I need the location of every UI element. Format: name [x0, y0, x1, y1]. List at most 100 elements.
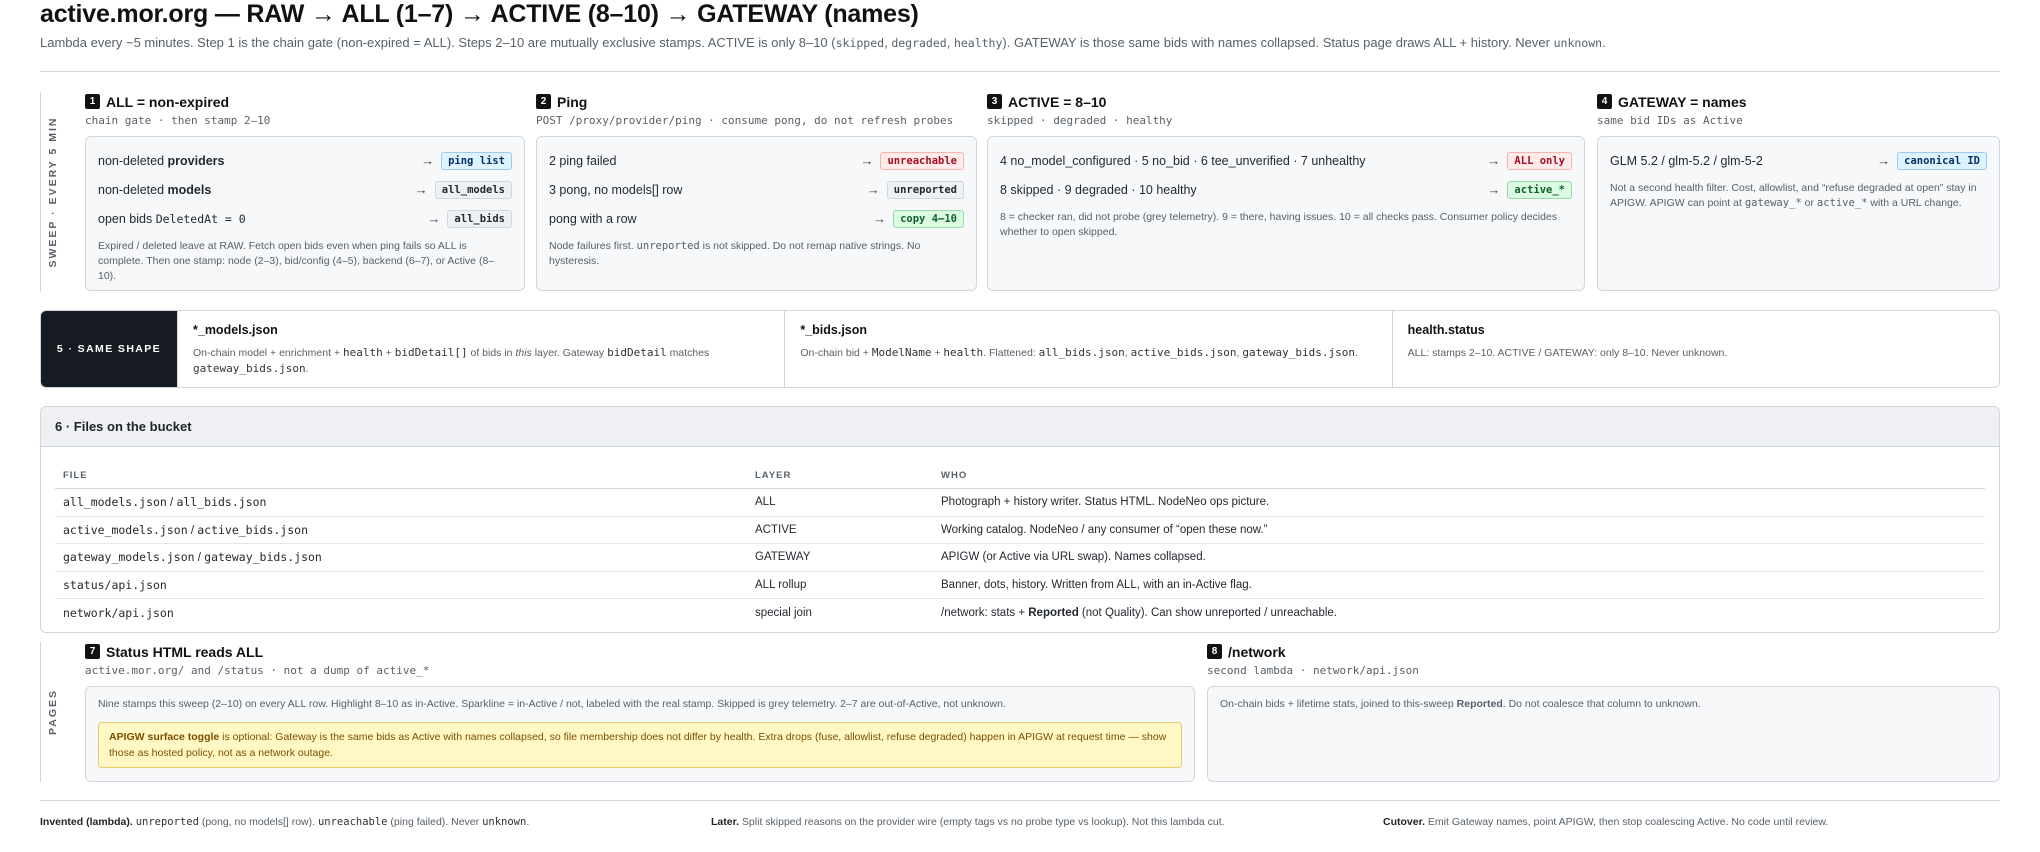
footer-note-cutover: Cutover. Emit Gateway names, point APIGW…: [1383, 816, 1829, 828]
stage-active: 3 ACTIVE = 8–10 skipped · degraded · heal…: [987, 92, 1585, 291]
stage-subtitle: skipped · degraded · healthy: [987, 114, 1173, 127]
page-section-title: Status HTML reads ALL: [106, 643, 264, 660]
shape-column-bids: *_bids.json On-chain bid + ModelName + h…: [784, 311, 1391, 387]
page-section-subtitle: second lambda · network/api.json: [1207, 664, 1419, 677]
layer-cell: ALL: [755, 496, 776, 509]
stage-title: ACTIVE = 8–10: [1008, 93, 1107, 110]
file-cell: gateway_models.json / gateway_bids.json: [63, 550, 322, 565]
stage-all: 1 ALL = non-expired chain gate · then sta…: [85, 92, 525, 291]
stage-title: GATEWAY = names: [1618, 93, 1747, 110]
column-header-file: FILE: [63, 470, 88, 481]
right-arrow-icon: →: [421, 153, 435, 168]
footer-note-later: Later. Split skipped reasons on the prov…: [711, 816, 1225, 828]
same-shape-label: 5 · SAME SHAPE: [41, 311, 177, 387]
rule-row: non-deleted models → all_models: [98, 175, 512, 204]
rule-row: open bids DeletedAt = 0 → all_bids: [98, 204, 512, 233]
page-card: Nine stamps this sweep (2–10) on every A…: [85, 686, 1195, 782]
right-arrow-icon: →: [873, 211, 887, 226]
table-row: status/api.json ALL rollup Banner, dots,…: [55, 572, 1985, 599]
output-tag: ping list: [441, 151, 512, 170]
file-cell: all_models.json / all_bids.json: [63, 495, 267, 510]
files-table: FILE LAYER WHO all_models.json / all_bid…: [55, 463, 1985, 627]
stage-subtitle: same bid IDs as Active: [1597, 114, 1743, 127]
output-tag: all_models: [434, 180, 512, 199]
shape-column-title: *_models.json: [193, 323, 278, 337]
file-cell: active_models.json / active_bids.json: [63, 522, 308, 537]
rule-row: pong with a row → copy 4–10: [549, 204, 964, 233]
right-arrow-icon: →: [860, 153, 874, 168]
column-header-who: WHO: [941, 470, 968, 481]
same-shape-band: 5 · SAME SHAPE *_models.json On-chain mo…: [40, 310, 2000, 388]
output-tag: active_*: [1507, 180, 1572, 199]
stage-subtitle: POST /proxy/provider/ping · consume pong…: [536, 114, 954, 127]
layer-cell: ACTIVE: [755, 523, 797, 536]
step-badge: 7: [85, 644, 100, 659]
page-card: On-chain bids + lifetime stats, joined t…: [1207, 686, 2000, 782]
files-panel: 6 · Files on the bucket FILE LAYER WHO a…: [40, 406, 2000, 633]
pages-side-label: PAGES: [40, 642, 59, 782]
step-badge: 8: [1207, 644, 1222, 659]
layer-cell: special join: [755, 606, 812, 619]
right-arrow-icon: →: [414, 182, 428, 197]
step-badge: 4: [1597, 94, 1612, 109]
step-badge: 3: [987, 94, 1002, 109]
step-badge: 2: [536, 94, 551, 109]
page-card-text: On-chain bids + lifetime stats, joined t…: [1220, 698, 1701, 710]
who-cell: APIGW (or Active via URL swap). Names co…: [941, 551, 1206, 564]
output-tag: unreported: [886, 180, 964, 199]
page-subtitle: Lambda every ~5 minutes. Step 1 is the c…: [40, 35, 1606, 50]
shape-column-health: health.status ALL: stamps 2–10. ACTIVE /…: [1391, 311, 1999, 387]
table-row: gateway_models.json / gateway_bids.json …: [55, 544, 1985, 572]
who-cell: /network: stats + Reported (not Quality)…: [941, 606, 1337, 619]
rule-row: 3 pong, no models[] row → unreported: [549, 175, 964, 204]
output-tag: all_bids: [447, 209, 512, 228]
rule-row: non-deleted providers → ping list: [98, 146, 512, 175]
layer-cell: GATEWAY: [755, 551, 811, 564]
shape-column-text: On-chain model + enrichment + health + b…: [193, 346, 710, 375]
page-network: 8/network second lambda · network/api.js…: [1207, 642, 2000, 782]
right-arrow-icon: →: [1877, 153, 1891, 168]
output-tag: unreachable: [880, 151, 964, 170]
file-cell: status/api.json: [63, 577, 167, 592]
stage-title: ALL = non-expired: [106, 93, 230, 110]
table-header: FILE LAYER WHO: [55, 463, 1985, 489]
rule-row: 2 ping failed → unreachable: [549, 146, 964, 175]
page-status-html: 7 Status HTML reads ALL active.mor.org/ a…: [85, 642, 1195, 782]
top-divider: [40, 71, 2000, 72]
stage-ping: 2 Ping POST /proxy/provider/ping · consum…: [536, 92, 977, 291]
stage-card: 4 no_model_configured · 5 no_bid · 6 tee…: [987, 136, 1585, 291]
column-header-layer: LAYER: [755, 470, 792, 481]
who-cell: Working catalog. NodeNeo / any consumer …: [941, 523, 1268, 536]
page-card-text: Nine stamps this sweep (2–10) on every A…: [98, 698, 1006, 710]
stage-note: 8 = checker ran, did not probe (grey tel…: [1000, 211, 1558, 238]
rule-row: GLM 5.2 / glm-5.2 / glm-5-2 → canonical ID: [1610, 146, 1987, 175]
sweep-side-label: SWEEP · EVERY 5 MIN: [40, 92, 59, 292]
table-row: all_models.json / all_bids.json ALL Phot…: [55, 489, 1985, 517]
shape-column-title: *_bids.json: [800, 323, 868, 337]
stage-card: non-deleted providers → ping list non-dele…: [85, 136, 525, 291]
page-title: active.mor.org — RAW → ALL (1–7) → ACTIV…: [40, 0, 919, 28]
apigw-toggle-callout: APIGW surface toggle is optional: Gatewa…: [98, 722, 1182, 768]
stage-note: Not a second health filter. Cost, allowl…: [1610, 182, 1977, 209]
step-badge: 1: [85, 94, 100, 109]
output-tag: canonical ID: [1897, 151, 1987, 170]
output-tag: copy 4–10: [893, 209, 964, 228]
bottom-divider: [40, 800, 2000, 801]
who-cell: Photograph + history writer. Status HTML…: [941, 496, 1270, 509]
right-arrow-icon: →: [427, 211, 441, 226]
file-cell: network/api.json: [63, 605, 174, 620]
who-cell: Banner, dots, history. Written from ALL,…: [941, 578, 1252, 591]
shape-column-models: *_models.json On-chain model + enrichmen…: [177, 311, 784, 387]
output-tag: ALL only: [1507, 151, 1572, 170]
files-panel-title: 6 · Files on the bucket: [41, 407, 1999, 447]
layer-cell: ALL rollup: [755, 578, 807, 591]
rule-row: 4 no_model_configured · 5 no_bid · 6 tee…: [1000, 146, 1572, 175]
table-row: network/api.json special join /network: …: [55, 599, 1985, 627]
stage-card: 2 ping failed → unreachable 3 pong, no mod…: [536, 136, 977, 291]
right-arrow-icon: →: [1487, 182, 1501, 197]
stage-subtitle: chain gate · then stamp 2–10: [85, 114, 271, 127]
right-arrow-icon: →: [866, 182, 880, 197]
stage-note: Node failures first. unreported is not s…: [549, 240, 921, 267]
page-section-subtitle: active.mor.org/ and /status · not a dump…: [85, 664, 430, 677]
page-section-title: /network: [1228, 643, 1286, 660]
